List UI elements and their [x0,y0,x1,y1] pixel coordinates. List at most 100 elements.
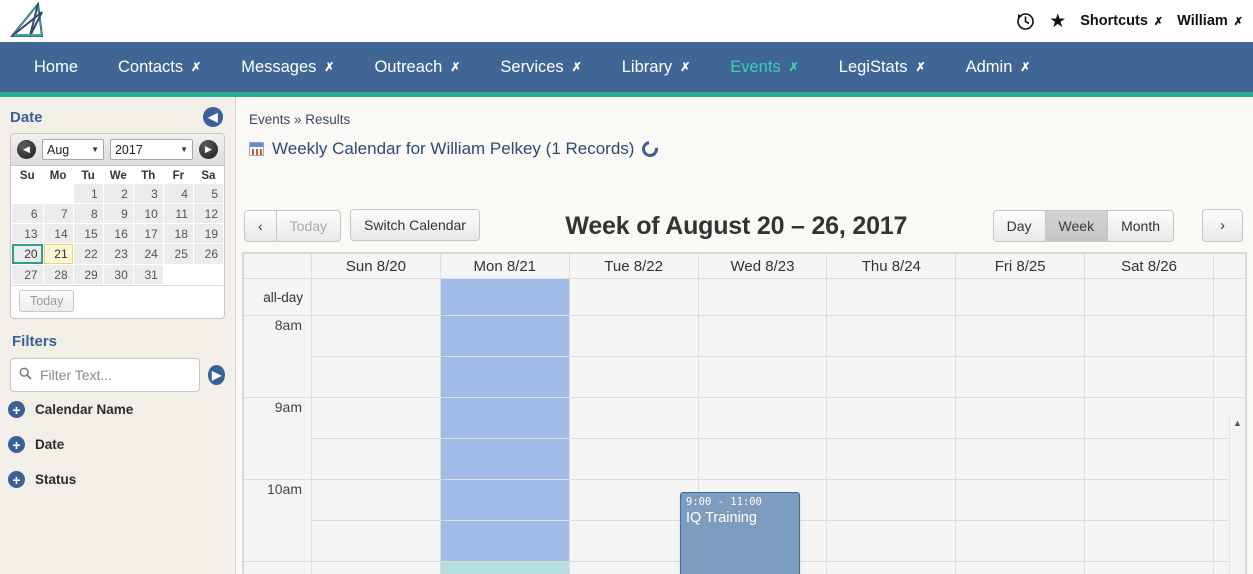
date-cell[interactable]: 9 [103,204,133,223]
view-week-button[interactable]: Week [1045,210,1109,242]
date-cell[interactable]: 16 [103,224,133,243]
day-header-fri[interactable]: Fri 8/25 [955,253,1086,279]
slot-mon-10am[interactable] [439,479,570,521]
scroll-up-arrow-icon[interactable]: ▲ [1230,418,1245,428]
nav-item-outreach[interactable]: Outreach ✗ [354,42,480,92]
slot-tue-9am[interactable] [568,397,699,439]
date-cell[interactable]: 24 [133,244,163,264]
calendar-vertical-scrollbar[interactable]: ▲ [1229,416,1245,574]
date-cell[interactable]: 25 [163,244,193,264]
slot-sat-8am[interactable] [1084,315,1214,357]
date-cell[interactable]: 19 [193,224,223,243]
prev-month-button[interactable]: ◀ [17,140,36,159]
slot-tue-930am[interactable] [568,438,699,480]
slot-fri-1030am[interactable] [955,520,1086,562]
app-logo[interactable] [8,1,56,40]
shortcuts-menu[interactable]: Shortcuts ✗ [1080,13,1163,29]
filter-text-input[interactable] [38,366,192,384]
date-cell[interactable]: 31 [133,265,163,284]
slot-wed-9am[interactable] [697,397,828,439]
date-cell[interactable]: 5 [193,184,223,203]
date-cell[interactable]: 10 [133,204,163,223]
date-cell[interactable]: 30 [103,265,133,284]
day-header-tue[interactable]: Tue 8/22 [568,253,699,279]
chevron-left-icon[interactable]: ◀ [203,107,223,127]
all-day-cell-thu[interactable] [826,278,957,316]
slot-mon-8am[interactable] [439,315,570,357]
slot-fri-10am[interactable] [955,479,1086,521]
date-cell-selected[interactable]: 21 [43,244,73,264]
slot-tue-8am[interactable] [568,315,699,357]
date-cell[interactable]: 7 [43,204,73,223]
slot-wed-8am[interactable] [697,315,828,357]
all-day-cell-tue[interactable] [568,278,699,316]
date-cell[interactable]: 4 [163,184,193,203]
date-cell[interactable]: 18 [163,224,193,243]
slot-sat-1030am[interactable] [1084,520,1214,562]
slot-thu-1030am[interactable] [826,520,957,562]
slot-mon-9am[interactable] [439,397,570,439]
slot-mon-11am[interactable] [439,561,570,574]
next-month-button[interactable]: ▶ [199,140,218,159]
clock-history-icon[interactable] [1015,11,1035,31]
all-day-cell-fri[interactable] [955,278,1086,316]
nav-item-services[interactable]: Services ✗ [480,42,601,92]
date-cell[interactable]: 17 [133,224,163,243]
month-select[interactable]: Aug ▼ [42,139,104,160]
date-picker-today-button[interactable]: Today [19,290,75,312]
slot-wed-830am[interactable] [697,356,828,398]
slot-sat-9am[interactable] [1084,397,1214,439]
all-day-cell-wed[interactable] [697,278,828,316]
date-cell[interactable]: 29 [73,265,103,284]
slot-tue-10am[interactable] [568,479,699,521]
date-cell[interactable]: 23 [103,244,133,264]
day-header-mon[interactable]: Mon 8/21 [439,253,570,279]
next-week-button[interactable]: › [1202,209,1243,242]
slot-thu-11am[interactable] [826,561,957,574]
slot-thu-930am[interactable] [826,438,957,480]
slot-sat-930am[interactable] [1084,438,1214,480]
day-header-thu[interactable]: Thu 8/24 [826,253,957,279]
slot-sun-1030am[interactable] [311,520,441,562]
date-cell[interactable]: 11 [163,204,193,223]
slot-thu-830am[interactable] [826,356,957,398]
slot-sat-830am[interactable] [1084,356,1214,398]
day-header-wed[interactable]: Wed 8/23 [697,253,828,279]
date-cell[interactable]: 27 [12,265,43,284]
slot-thu-10am[interactable] [826,479,957,521]
date-cell[interactable]: 2 [103,184,133,203]
slot-fri-11am[interactable] [955,561,1086,574]
date-cell[interactable]: 13 [12,224,43,243]
slot-mon-830am[interactable] [439,356,570,398]
slot-sun-10am[interactable] [311,479,441,521]
date-cell[interactable]: 6 [12,204,43,223]
slot-sun-930am[interactable] [311,438,441,480]
star-icon[interactable]: ★ [1049,12,1066,31]
slot-tue-1030am[interactable] [568,520,699,562]
slot-sat-10am[interactable] [1084,479,1214,521]
date-cell[interactable]: 15 [73,224,103,243]
slot-fri-930am[interactable] [955,438,1086,480]
filter-facet-calendar-name[interactable]: + Calendar Name [0,392,235,427]
view-day-button[interactable]: Day [992,210,1046,242]
date-cell[interactable]: 14 [43,224,73,243]
switch-calendar-button[interactable]: Switch Calendar [350,209,480,241]
slot-tue-830am[interactable] [568,356,699,398]
date-cell[interactable]: 26 [193,244,223,264]
date-cell[interactable]: 22 [73,244,103,264]
breadcrumb[interactable]: Events » Results [236,97,1253,127]
nav-item-admin[interactable]: Admin ✗ [946,42,1051,92]
slot-sun-9am[interactable] [311,397,441,439]
date-cell[interactable]: 8 [73,204,103,223]
date-cell-today[interactable]: 20 [12,244,43,264]
slot-fri-830am[interactable] [955,356,1086,398]
all-day-cell-mon[interactable] [439,278,570,316]
slot-mon-1030am[interactable] [439,520,570,562]
refresh-icon[interactable] [639,137,662,161]
slot-sat-11am[interactable] [1084,561,1214,574]
date-cell[interactable]: 28 [43,265,73,284]
slot-thu-9am[interactable] [826,397,957,439]
date-cell[interactable]: 1 [73,184,103,203]
nav-item-legistats[interactable]: LegiStats ✗ [819,42,946,92]
slot-fri-9am[interactable] [955,397,1086,439]
